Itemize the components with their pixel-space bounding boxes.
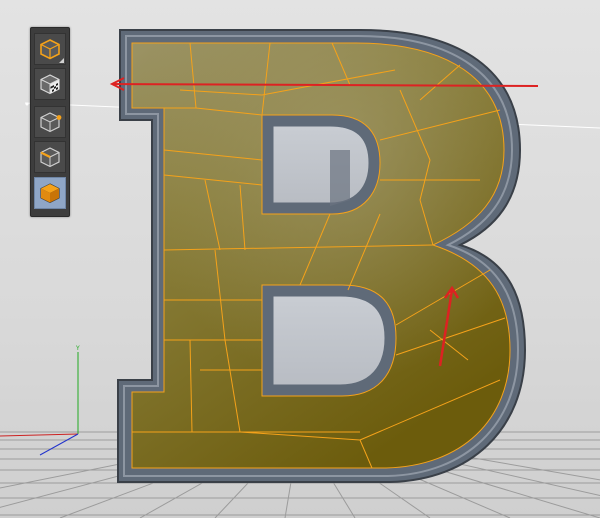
cube-polygon-icon bbox=[40, 183, 60, 204]
scene-canvas: Y bbox=[0, 29, 600, 518]
svg-text:Y: Y bbox=[75, 345, 80, 352]
b-upper-counter bbox=[266, 119, 376, 210]
cube-edge-icon bbox=[40, 147, 60, 168]
texture-mode-button[interactable] bbox=[34, 68, 66, 100]
3d-viewport[interactable]: Y bbox=[0, 0, 600, 518]
edge-mode-button[interactable] bbox=[34, 141, 66, 173]
b-face-glow bbox=[132, 43, 510, 468]
b-upper-counter-depth bbox=[330, 150, 350, 206]
cube-point-icon bbox=[40, 112, 62, 133]
letter-b-model[interactable] bbox=[117, 29, 527, 483]
polygon-mode-button[interactable] bbox=[34, 177, 66, 209]
mode-toolbar bbox=[30, 27, 70, 217]
point-mode-button[interactable] bbox=[34, 106, 66, 138]
guide-endpoint bbox=[25, 102, 29, 106]
checker-cube-icon bbox=[40, 74, 60, 95]
b-lower-counter bbox=[266, 289, 392, 392]
model-mode-button[interactable] bbox=[34, 33, 66, 65]
submenu-indicator-icon bbox=[59, 58, 64, 63]
axis-gizmo: Y bbox=[0, 345, 80, 456]
